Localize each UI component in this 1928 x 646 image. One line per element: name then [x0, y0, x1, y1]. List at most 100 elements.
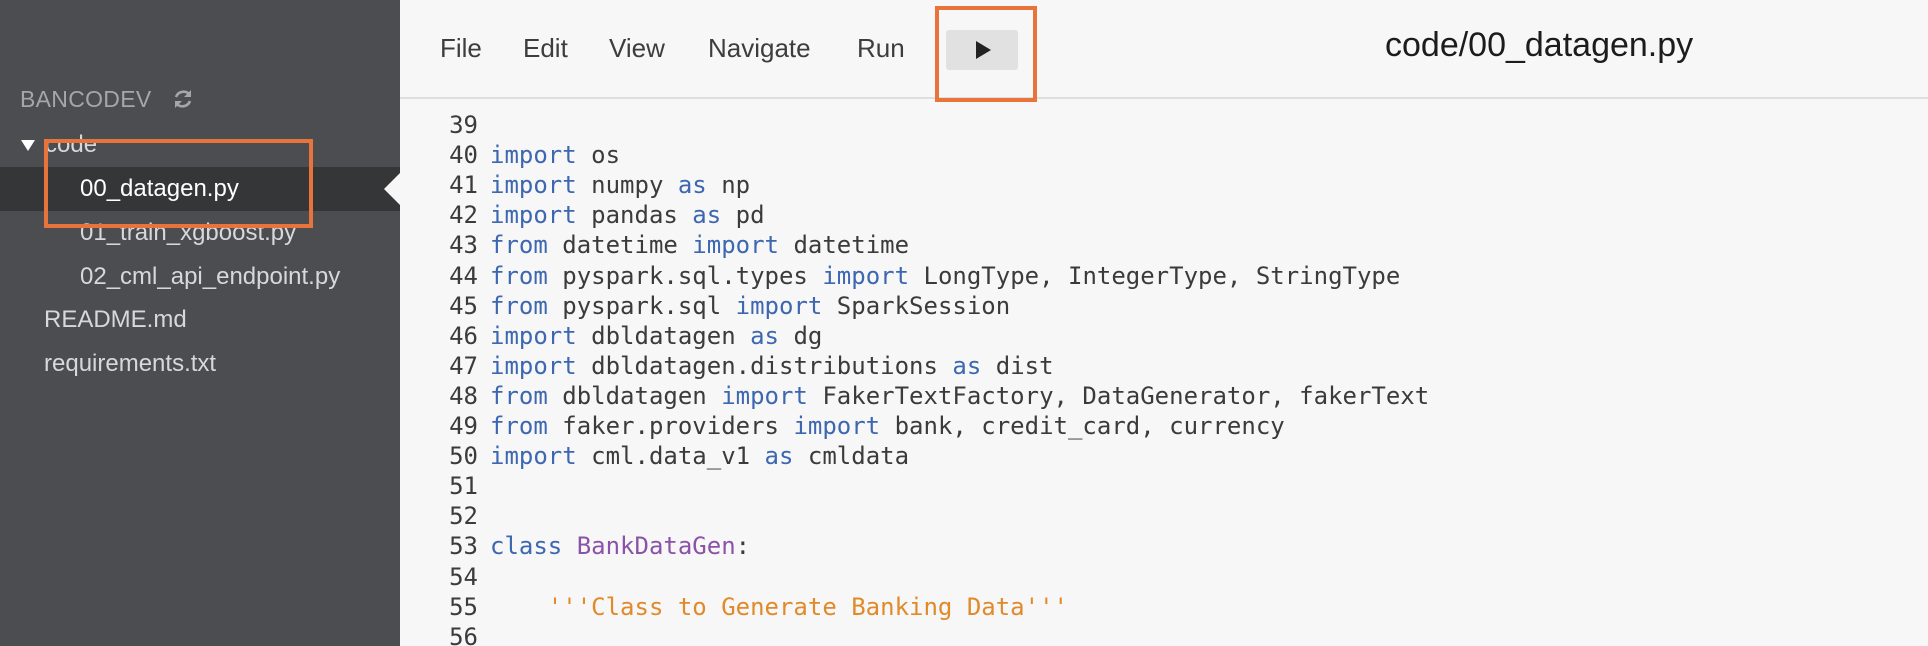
- code-line[interactable]: 56: [400, 622, 1928, 646]
- line-number: 49: [449, 412, 478, 440]
- code-token: dg: [779, 321, 823, 350]
- code-line[interactable]: 48 from dbldatagen import FakerTextFactor…: [400, 381, 1928, 411]
- code-token: from: [490, 261, 548, 290]
- tree-file-requirements[interactable]: requirements.txt: [0, 342, 400, 386]
- code-token: datetime: [547, 231, 693, 260]
- code-token: import: [490, 321, 577, 350]
- code-line[interactable]: 46 import dbldatagen as dg: [400, 321, 1928, 351]
- code-token: np: [706, 171, 751, 200]
- code-line[interactable]: 54: [400, 562, 1928, 592]
- highlight-box-selected-file: [44, 139, 313, 228]
- code-token: :: [735, 532, 751, 561]
- caret-down-icon[interactable]: [21, 139, 35, 151]
- project-header: BANCODEV: [20, 84, 195, 114]
- code-token: from: [490, 231, 548, 260]
- line-source: class BankDataGen:: [478, 531, 750, 561]
- line-number: 42: [449, 201, 478, 230]
- line-source: from pyspark.sql import SparkSession: [478, 291, 1010, 321]
- code-token: import: [490, 201, 577, 230]
- line-number: 55: [449, 592, 478, 621]
- code-line[interactable]: 44 from pyspark.sql.types import LongType…: [400, 261, 1928, 291]
- code-token: from: [490, 381, 548, 410]
- line-source: import pandas as pd: [478, 200, 765, 230]
- tree-file-readme[interactable]: README.md: [0, 298, 400, 342]
- code-token: pyspark.sql: [547, 291, 736, 320]
- code-token: import: [490, 171, 577, 200]
- line-source: import dbldatagen as dg: [478, 321, 822, 351]
- code-line[interactable]: 55 '''Class to Generate Banking Data''': [400, 592, 1928, 622]
- menu-file[interactable]: File: [440, 33, 482, 64]
- code-line[interactable]: 42 import pandas as pd: [400, 200, 1928, 230]
- tree-item-label: requirements.txt: [44, 350, 217, 377]
- code-token: import: [735, 291, 823, 320]
- menu-view[interactable]: View: [609, 33, 665, 64]
- line-number: 48: [449, 381, 478, 410]
- code-token: '''Class to Generate Banking Data''': [547, 592, 1068, 621]
- code-token: pyspark.sql.types: [547, 261, 823, 290]
- line-source: from dbldatagen import FakerTextFactory,…: [478, 381, 1429, 411]
- code-token: as: [750, 321, 779, 350]
- project-name: BANCODEV: [20, 85, 152, 112]
- menu-run[interactable]: Run: [857, 33, 905, 64]
- code-line[interactable]: 39: [400, 110, 1928, 140]
- code-token: import: [721, 381, 808, 410]
- editor-toolbar: File Edit View Navigate Run code/00_data…: [400, 0, 1928, 99]
- line-number: 44: [449, 261, 478, 290]
- code-token: as: [764, 442, 794, 471]
- code-token: dbldatagen.distributions: [576, 351, 953, 380]
- code-token: faker.providers: [547, 412, 794, 440]
- code-editor[interactable]: 39 40 import os 41 import numpy as np 42 impor…: [400, 101, 1928, 646]
- code-token: cml.data_v1: [576, 442, 765, 471]
- code-line[interactable]: 52: [400, 501, 1928, 531]
- code-token: numpy: [576, 171, 678, 200]
- line-source: from datetime import datetime: [478, 230, 909, 260]
- code-line[interactable]: 53 class BankDataGen:: [400, 531, 1928, 561]
- line-number: 39: [449, 111, 478, 139]
- code-line[interactable]: 47 import dbldatagen.distributions as dis…: [400, 351, 1928, 381]
- code-line[interactable]: 40 import os: [400, 140, 1928, 170]
- menu-navigate[interactable]: Navigate: [708, 33, 811, 64]
- line-number: 46: [449, 321, 478, 350]
- code-token: dist: [981, 351, 1054, 380]
- line-source: import numpy as np: [478, 170, 750, 200]
- code-line[interactable]: 49 from faker.providers import bank, cred…: [400, 411, 1928, 441]
- code-token: as: [692, 201, 722, 230]
- menu-edit[interactable]: Edit: [523, 33, 568, 64]
- file-explorer-sidebar: BANCODEV code 00_datagen.py 01_train_xgb…: [0, 0, 400, 646]
- line-source: from pyspark.sql.types import LongType, …: [478, 261, 1400, 291]
- line-number: 52: [449, 502, 478, 531]
- line-number: 47: [449, 351, 478, 380]
- code-token: as: [677, 171, 707, 200]
- line-source: from faker.providers import bank, credit…: [478, 411, 1285, 441]
- editor-file-title: code/00_datagen.py: [1385, 26, 1694, 64]
- code-token: bank, credit_card, currency: [880, 412, 1285, 440]
- line-number: 45: [449, 291, 478, 320]
- code-line[interactable]: 41 import numpy as np: [400, 170, 1928, 200]
- code-token: FakerTextFactory, DataGenerator, fakerTe…: [807, 381, 1430, 410]
- line-source: '''Class to Generate Banking Data''': [478, 592, 1068, 622]
- code-token: import: [490, 141, 577, 170]
- code-token: class: [490, 532, 563, 561]
- code-token: import: [490, 442, 577, 471]
- code-token: from: [490, 412, 548, 440]
- code-line[interactable]: 43 from datetime import datetime: [400, 230, 1928, 260]
- refresh-icon[interactable]: [171, 87, 195, 111]
- code-line[interactable]: 45 from pyspark.sql import SparkSession: [400, 291, 1928, 321]
- line-source: import os: [478, 140, 620, 170]
- tree-file-02-cml-api-endpoint[interactable]: 02_cml_api_endpoint.py: [0, 255, 400, 299]
- line-source: import cml.data_v1 as cmldata: [478, 441, 909, 471]
- code-token: import: [490, 351, 577, 380]
- code-line[interactable]: 51: [400, 471, 1928, 501]
- line-number: 53: [449, 532, 478, 561]
- code-line[interactable]: 50 import cml.data_v1 as cmldata: [400, 441, 1928, 471]
- code-token: import: [822, 261, 910, 290]
- line-source: import dbldatagen.distributions as dist: [478, 351, 1054, 381]
- code-token: pd: [721, 201, 765, 230]
- code-token: SparkSession: [822, 291, 1011, 320]
- code-token: os: [576, 141, 621, 170]
- code-token: BankDataGen: [576, 532, 736, 561]
- line-number: 51: [449, 472, 478, 501]
- code-token: LongType, IntegerType, StringType: [909, 261, 1401, 290]
